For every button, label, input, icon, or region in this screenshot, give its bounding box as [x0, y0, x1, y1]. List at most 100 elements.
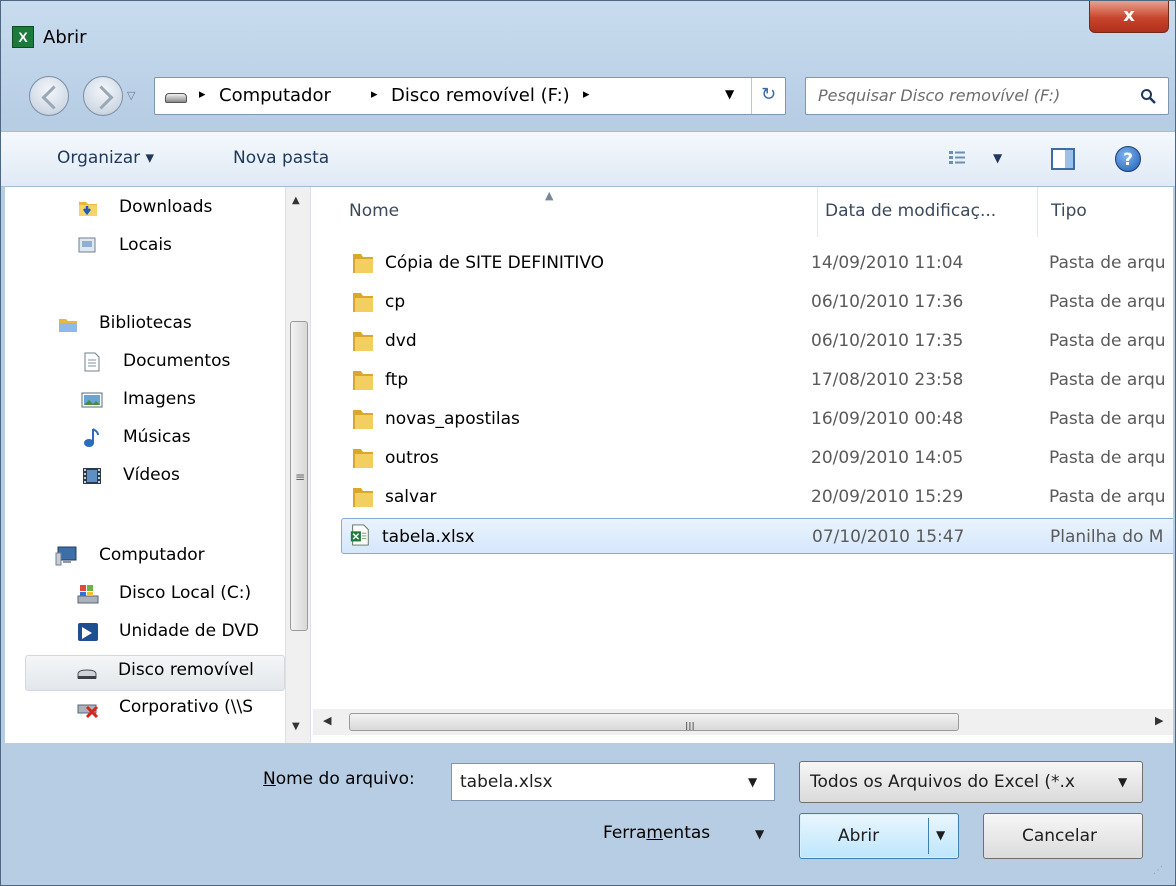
filename-history-dropdown[interactable]: ▼ [748, 775, 757, 789]
search-icon[interactable] [1140, 88, 1156, 104]
organize-button[interactable]: Organizar ▾ [57, 148, 154, 168]
breadcrumb-separator[interactable]: ▸ [371, 87, 378, 102]
file-type: Planilha do M [1050, 527, 1164, 547]
nav-item-label: Disco Local (C:) [119, 583, 252, 603]
nav-item-label: Downloads [119, 197, 213, 217]
file-row[interactable]: Cópia de SITE DEFINITIVO 14/09/2010 11:0… [341, 245, 1173, 281]
close-button[interactable]: x [1089, 1, 1169, 33]
nav-item-label: Músicas [123, 427, 191, 447]
nav-item-label: Disco removível [118, 660, 254, 680]
nav-item-documents[interactable]: Documentos [45, 347, 281, 383]
nav-item-computer[interactable]: Computador [25, 541, 281, 577]
file-name: ftp [385, 370, 409, 390]
file-type: Pasta de arqu [1049, 409, 1166, 429]
file-date: 14/09/2010 11:04 [811, 253, 964, 273]
nav-item-dvd-drive[interactable]: Unidade de DVD [45, 617, 281, 653]
file-row-selected[interactable]: tabela.xlsx 07/10/2010 15:47 Planilha do… [341, 518, 1173, 554]
music-icon [84, 428, 99, 447]
forward-button[interactable] [83, 76, 123, 116]
open-file-dialog: X Abrir x ▽ ▸ Computador ▸ Disco removív… [0, 0, 1176, 886]
nav-item-music[interactable]: Músicas [45, 423, 281, 459]
scroll-left-arrow[interactable]: ◀ [323, 714, 331, 727]
nav-vertical-scrollbar[interactable]: ▲ ≡ ▼ [285, 187, 310, 743]
command-toolbar: Organizar ▾ Nova pasta ▼ ? [1, 131, 1175, 187]
browser-content: Downloads Locais Bibliotecas Documentos [5, 187, 1173, 743]
address-bar[interactable]: ▸ Computador ▸ Disco removível (F:) ▸ ▼ … [154, 77, 786, 115]
local-disk-icon [77, 585, 99, 604]
nav-item-removable-disk[interactable]: Disco removível [25, 655, 285, 691]
sort-ascending-icon: ▲ [545, 189, 554, 202]
nav-item-locais[interactable]: Locais [45, 231, 281, 267]
file-date: 20/09/2010 15:29 [811, 487, 964, 507]
new-folder-button[interactable]: Nova pasta [233, 148, 329, 168]
scroll-right-arrow[interactable]: ▶ [1155, 714, 1163, 727]
refresh-button[interactable]: ↻ [751, 78, 785, 114]
file-list-horizontal-scrollbar[interactable]: ◀ III ▶ [313, 709, 1173, 735]
file-row[interactable]: cp 06/10/2010 17:36 Pasta de arqu [341, 284, 1173, 320]
views-dropdown[interactable]: ▼ [993, 151, 1002, 165]
title-bar[interactable]: X Abrir x [1, 1, 1175, 63]
file-type: Pasta de arqu [1049, 331, 1166, 351]
file-date: 06/10/2010 17:36 [811, 292, 964, 312]
nav-item-libraries[interactable]: Bibliotecas [25, 309, 281, 345]
open-options-dropdown[interactable]: ▼ [936, 828, 945, 842]
column-divider[interactable] [817, 187, 818, 237]
nav-item-label: Unidade de DVD [119, 621, 259, 641]
nav-item-videos[interactable]: Vídeos [45, 461, 281, 497]
tools-dropdown-icon[interactable]: ▼ [755, 827, 764, 841]
column-header-type[interactable]: Tipo [1051, 201, 1087, 221]
nav-scroll-thumb[interactable]: ≡ [290, 321, 308, 631]
back-button[interactable] [29, 76, 69, 116]
scroll-up-arrow[interactable]: ▲ [292, 195, 300, 206]
address-history-dropdown[interactable]: ▼ [725, 87, 734, 101]
recent-locations-dropdown[interactable]: ▽ [127, 89, 141, 103]
views-icon[interactable] [949, 150, 965, 166]
documents-icon [84, 352, 100, 372]
file-row[interactable]: novas_apostilas 16/09/2010 00:48 Pasta d… [341, 401, 1173, 437]
preview-pane-icon[interactable] [1051, 148, 1075, 170]
file-date: 07/10/2010 15:47 [812, 527, 965, 547]
nav-item-label: Imagens [123, 389, 196, 409]
file-row[interactable]: outros 20/09/2010 14:05 Pasta de arqu [341, 440, 1173, 476]
chevron-down-icon[interactable]: ▼ [1118, 775, 1127, 789]
scroll-down-arrow[interactable]: ▼ [292, 721, 300, 732]
open-button-label: Abrir [838, 826, 880, 846]
filename-value: tabela.xlsx [460, 772, 553, 792]
folder-icon [353, 371, 373, 390]
nav-item-downloads[interactable]: Downloads [45, 193, 281, 229]
nav-item-label: Corporativo (\\S [119, 697, 253, 717]
file-type: Pasta de arqu [1049, 370, 1166, 390]
tools-button[interactable]: Ferramentas [603, 823, 710, 843]
file-type: Pasta de arqu [1049, 448, 1166, 468]
search-input[interactable]: Pesquisar Disco removível (F:) [805, 77, 1169, 115]
column-divider[interactable] [1037, 187, 1038, 237]
nav-item-pictures[interactable]: Imagens [45, 385, 281, 421]
cancel-button[interactable]: Cancelar [983, 813, 1143, 859]
file-row[interactable]: ftp 17/08/2010 23:58 Pasta de arqu [341, 362, 1173, 398]
filename-label: Nome do arquivo: [263, 769, 415, 789]
nav-item-local-disk[interactable]: Disco Local (C:) [45, 579, 281, 615]
horizontal-scroll-thumb[interactable]: III [349, 713, 959, 733]
breadcrumb-removable-disk[interactable]: Disco removível (F:) [391, 85, 570, 106]
file-list[interactable]: ▲ Nome Data de modificaç... Tipo Cópia d… [313, 187, 1173, 743]
navigation-pane[interactable]: Downloads Locais Bibliotecas Documentos [5, 187, 311, 743]
breadcrumb-separator[interactable]: ▸ [583, 87, 590, 102]
column-header-name[interactable]: Nome [349, 201, 399, 221]
column-header-date[interactable]: Data de modificaç... [825, 201, 996, 221]
breadcrumb-separator[interactable]: ▸ [199, 87, 206, 102]
breadcrumb-computer[interactable]: Computador [219, 85, 331, 106]
open-button[interactable]: Abrir ▼ [799, 813, 959, 859]
network-drive-disconnected-icon [77, 704, 99, 719]
removable-drive-icon [165, 93, 187, 103]
nav-item-label: Vídeos [123, 465, 180, 485]
help-icon[interactable]: ? [1115, 146, 1141, 172]
file-row[interactable]: dvd 06/10/2010 17:35 Pasta de arqu [341, 323, 1173, 359]
nav-item-network-drive[interactable]: Corporativo (\\S [45, 693, 281, 729]
scroll-grip-icon: III [685, 720, 695, 733]
file-name: novas_apostilas [385, 409, 520, 429]
file-type-filter-select[interactable]: Todos os Arquivos do Excel (*.x ▼ [799, 761, 1143, 803]
resize-grip-icon[interactable]: ⋰ [1153, 865, 1167, 879]
file-row[interactable]: salvar 20/09/2010 15:29 Pasta de arqu [341, 479, 1173, 515]
file-type-filter-value: Todos os Arquivos do Excel (*.x [810, 772, 1075, 792]
filename-input[interactable]: tabela.xlsx ▼ [451, 763, 775, 801]
